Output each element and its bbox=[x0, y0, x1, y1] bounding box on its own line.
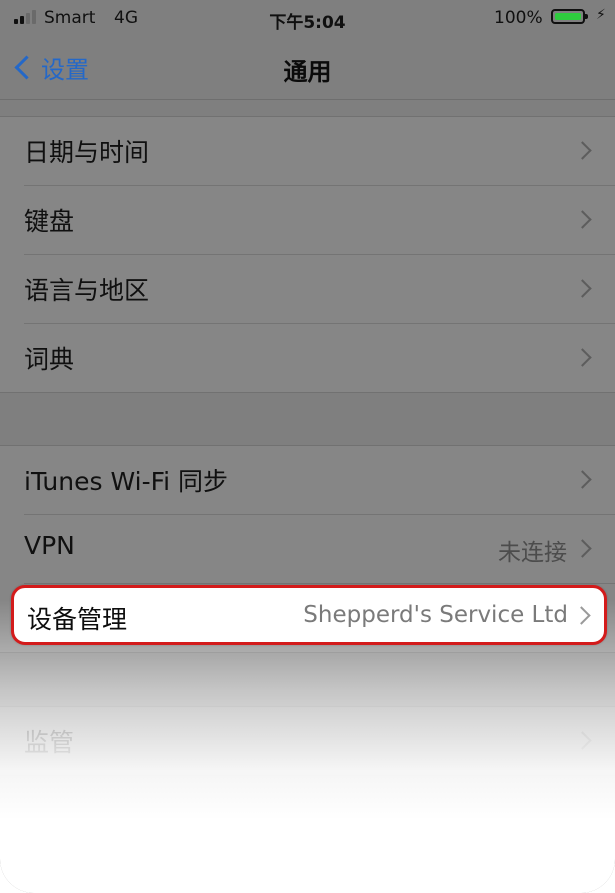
settings-row-device-management[interactable]: 设备管理 Shepperd's Service Ltd bbox=[11, 585, 607, 645]
settings-row-language-region[interactable]: 语言与地区 bbox=[24, 255, 615, 324]
vpn-status-value: 未连接 bbox=[498, 540, 567, 566]
device-management-profile-value: Shepperd's Service Ltd bbox=[303, 602, 568, 628]
settings-row-dictionary[interactable]: 词典 bbox=[24, 324, 615, 392]
settings-group-supervision: 监管 bbox=[0, 706, 615, 776]
chevron-right-icon bbox=[573, 210, 592, 229]
settings-group-input: 日期与时间 键盘 语言与地区 词典 bbox=[0, 116, 615, 393]
chevron-right-icon bbox=[573, 731, 592, 750]
row-label: 词典 bbox=[24, 345, 75, 374]
chevron-right-icon bbox=[573, 279, 592, 298]
nav-divider bbox=[0, 99, 615, 100]
battery-fill bbox=[555, 13, 581, 20]
chevron-right-icon bbox=[573, 348, 592, 367]
row-label: 键盘 bbox=[24, 207, 75, 236]
row-label: 日期与时间 bbox=[24, 138, 150, 167]
chevron-right-icon bbox=[572, 606, 591, 625]
navigation-bar: 设置 通用 bbox=[0, 36, 615, 100]
row-label: 监管 bbox=[24, 728, 75, 757]
page-title: 通用 bbox=[283, 58, 332, 86]
settings-row-supervision[interactable]: 监管 bbox=[24, 707, 615, 775]
settings-row-itunes-wifi-sync[interactable]: iTunes Wi-Fi 同步 bbox=[24, 446, 615, 515]
charging-bolt-icon: ⚡ bbox=[596, 7, 606, 23]
battery-icon bbox=[551, 9, 588, 24]
row-label: 设备管理 bbox=[27, 605, 128, 634]
settings-row-date-time[interactable]: 日期与时间 bbox=[24, 117, 615, 186]
battery-cap bbox=[585, 14, 588, 19]
chevron-right-icon bbox=[573, 470, 592, 489]
chevron-right-icon bbox=[573, 141, 592, 160]
chevron-right-icon bbox=[573, 539, 592, 558]
battery-percent: 100% bbox=[494, 8, 543, 28]
row-label: VPN bbox=[24, 531, 75, 560]
settings-screen: Smart 4G 下午5:04 100% ⚡ 设置 通用 日期与时间 键盘 语言… bbox=[0, 0, 615, 893]
settings-row-vpn[interactable]: VPN 未连接 bbox=[24, 515, 615, 584]
row-label: 语言与地区 bbox=[24, 276, 150, 305]
status-bar: Smart 4G 下午5:04 100% ⚡ bbox=[0, 0, 615, 36]
row-label: iTunes Wi-Fi 同步 bbox=[24, 467, 229, 496]
settings-row-keyboard[interactable]: 键盘 bbox=[24, 186, 615, 255]
